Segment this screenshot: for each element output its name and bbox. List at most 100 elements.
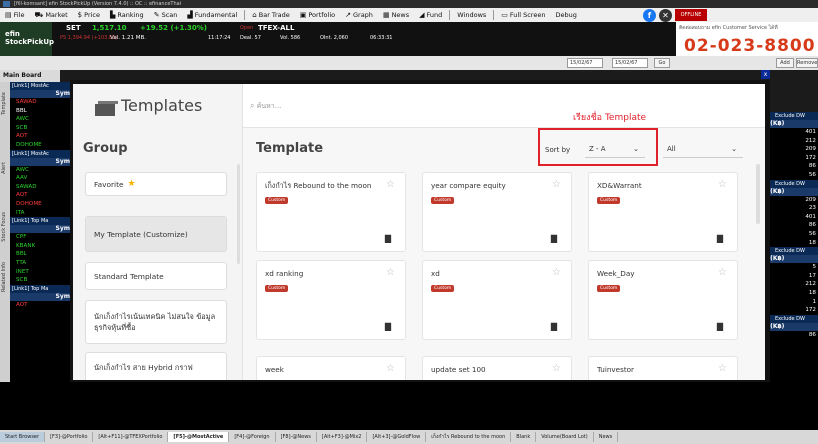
value-row[interactable]: 401: [762, 128, 818, 137]
trash-icon[interactable]: ▇: [551, 322, 557, 331]
value-row[interactable]: 1: [762, 298, 818, 307]
value-row[interactable]: 23: [762, 204, 818, 213]
bottom-tab[interactable]: [F4]-@Foreign: [229, 432, 276, 442]
stock-symbol-row[interactable]: AOT: [10, 301, 72, 310]
customer-service-ad[interactable]: ติดต่อสอบถาม efin Customer Service ได้ที…: [676, 22, 818, 56]
stock-symbol-row[interactable]: DOHOME: [10, 141, 72, 150]
grid-column-header[interactable]: al(K฿): [762, 255, 818, 264]
value-row[interactable]: 212: [762, 137, 818, 146]
template-card[interactable]: เก็งกำไร Rebound to the moon ☆ Custom ▇: [256, 172, 406, 252]
trash-icon[interactable]: ▇: [551, 234, 557, 243]
template-card[interactable]: xd ranking ☆ Custom ▇: [256, 260, 406, 340]
template-card[interactable]: Week_Day ☆ Custom ▇: [588, 260, 738, 340]
value-row[interactable]: 86: [762, 162, 818, 171]
group-standard-template[interactable]: Standard Template: [85, 262, 227, 290]
grid-header[interactable]: [Link1] MostAc: [10, 149, 72, 158]
stock-symbol-row[interactable]: KBANK: [10, 242, 72, 251]
bottom-tab[interactable]: [Alt+F3]-@Mix2: [317, 432, 368, 442]
stock-symbol-row[interactable]: AOT: [10, 191, 72, 200]
grid-column-header[interactable]: Sym: [10, 225, 72, 234]
value-row[interactable]: 56: [762, 171, 818, 180]
grid-column-header[interactable]: al(K฿): [762, 120, 818, 128]
template-card[interactable]: xd ☆ Custom ▇: [422, 260, 572, 340]
grid-column-header[interactable]: Sym: [10, 157, 72, 166]
value-row[interactable]: 212: [762, 280, 818, 289]
menu-scan[interactable]: ✎ Scan: [149, 8, 183, 22]
stock-symbol-row[interactable]: SAWAD: [10, 183, 72, 192]
close-icon[interactable]: x: [761, 70, 770, 79]
bottom-tab[interactable]: [F3]-@Portfolio: [45, 432, 94, 442]
facebook-icon[interactable]: f: [643, 9, 656, 22]
star-icon[interactable]: ☆: [718, 267, 727, 278]
template-card[interactable]: Tuinvestor ☆: [588, 356, 738, 380]
date-from-input[interactable]: 15/02/67: [567, 58, 603, 68]
stock-symbol-row[interactable]: INET: [10, 268, 72, 277]
bottom-tab[interactable]: [Alt+3]-@GoldFlow: [367, 432, 427, 442]
menu-debug[interactable]: Debug: [550, 8, 581, 22]
value-row[interactable]: 401: [762, 213, 818, 222]
value-row[interactable]: 209: [762, 145, 818, 154]
template-card[interactable]: XD&Warrant ☆ Custom ▇: [588, 172, 738, 252]
grid-column-header[interactable]: al(K฿): [762, 322, 818, 331]
menu-market[interactable]: ⛟ Market: [30, 8, 73, 22]
grid-column-header[interactable]: Sym: [10, 292, 72, 301]
menu-fund[interactable]: ◢ Fund: [414, 8, 447, 22]
template-card[interactable]: year compare equity ☆ Custom ▇: [422, 172, 572, 252]
stock-symbol-row[interactable]: BBL: [10, 107, 72, 116]
trash-icon[interactable]: ▇: [717, 322, 723, 331]
value-row[interactable]: 18: [762, 289, 818, 298]
stock-symbol-row[interactable]: AWC: [10, 115, 72, 124]
grid-header[interactable]: [Link1] Top Ma: [10, 284, 72, 293]
search-input[interactable]: ⌕ ค้นหา...: [250, 97, 470, 115]
menu-graph[interactable]: ↗ Graph: [340, 8, 378, 22]
group-my-template[interactable]: My Template (Customize): [85, 216, 227, 252]
template-card[interactable]: update set 100 ☆: [422, 356, 572, 380]
value-row[interactable]: 5: [762, 263, 818, 272]
star-icon[interactable]: ☆: [552, 363, 561, 374]
value-row[interactable]: 209: [762, 196, 818, 205]
stock-symbol-row[interactable]: TTA: [10, 259, 72, 268]
stock-symbol-row[interactable]: BBL: [10, 250, 72, 259]
star-icon[interactable]: ☆: [718, 179, 727, 190]
board-tab[interactable]: Main Board: [0, 70, 60, 82]
value-row[interactable]: 172: [762, 154, 818, 163]
grid-column-header[interactable]: al(K฿): [762, 187, 818, 196]
grid-header[interactable]: Exclude DW: [762, 247, 818, 256]
star-icon[interactable]: ☆: [386, 267, 395, 278]
bottom-tab[interactable]: [F8]-@News: [276, 432, 317, 442]
template-scrollbar[interactable]: [756, 164, 760, 224]
bottom-tab[interactable]: [Alt+F11]-@TFEXPortfolio: [93, 432, 169, 442]
trash-icon[interactable]: ▇: [385, 322, 391, 331]
menu-price[interactable]: $ Price: [73, 8, 105, 22]
star-icon[interactable]: ☆: [386, 179, 395, 190]
filter-select[interactable]: All ⌄: [663, 140, 743, 158]
x-icon[interactable]: ✕: [659, 9, 672, 22]
group-scrollbar[interactable]: [237, 164, 240, 264]
grid-header[interactable]: Exclude DW: [762, 179, 818, 188]
bottom-tab[interactable]: Volume(Board Lot): [536, 432, 594, 442]
group-favorite[interactable]: Favorite ★: [85, 172, 227, 196]
stock-symbol-row[interactable]: AWC: [10, 166, 72, 175]
value-row[interactable]: 86: [762, 331, 818, 340]
menu-ranking[interactable]: ▙ Ranking: [105, 8, 149, 22]
grid-header[interactable]: [Link1] Top Ma: [10, 217, 72, 226]
menu-news[interactable]: ▦ News: [378, 8, 414, 22]
star-icon[interactable]: ☆: [552, 179, 561, 190]
start-browser-button[interactable]: Start Browser: [0, 432, 46, 442]
go-button[interactable]: Go: [654, 58, 670, 68]
menu-bar-trade[interactable]: ⌂ Bar Trade: [247, 8, 294, 22]
stock-symbol-row[interactable]: SAWAD: [10, 98, 72, 107]
grid-header[interactable]: Exclude DW: [762, 112, 818, 120]
stock-symbol-row[interactable]: DOHOME: [10, 200, 72, 209]
stock-symbol-row[interactable]: ITA: [10, 209, 72, 218]
group-technical-speculator[interactable]: นักเก็งกำไรเน้นเทคนิค ไม่สนใจ ข้อมูลธุรก…: [85, 300, 227, 344]
star-icon[interactable]: ☆: [552, 267, 561, 278]
value-row[interactable]: 56: [762, 230, 818, 239]
menu-windows[interactable]: Windows: [452, 8, 491, 22]
grid-column-header[interactable]: Sym: [10, 90, 72, 98]
grid-header[interactable]: Exclude DW: [762, 314, 818, 323]
stock-symbol-row[interactable]: CPF: [10, 233, 72, 242]
grid-header[interactable]: [Link1] MostAc: [10, 82, 72, 90]
value-row[interactable]: 17: [762, 272, 818, 281]
side-tab-template[interactable]: Template: [1, 92, 9, 115]
